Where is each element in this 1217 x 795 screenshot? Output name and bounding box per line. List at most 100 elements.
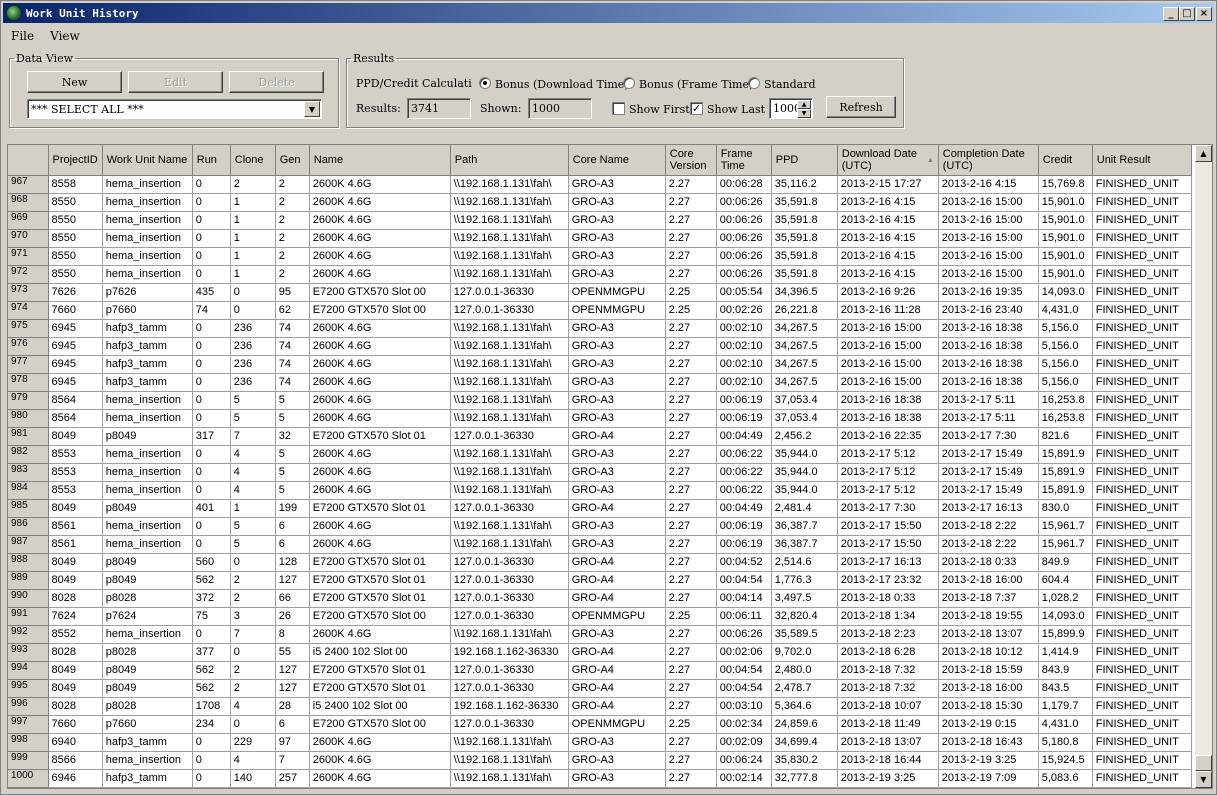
cell-download-date[interactable]: 2013-2-16 4:15	[837, 193, 939, 212]
cell-clone[interactable]: 229	[230, 733, 276, 752]
cell-core-version[interactable]: 2.27	[665, 769, 717, 788]
cell-gen[interactable]: 199	[275, 499, 310, 518]
cell-unit-result[interactable]: FINISHED_UNIT	[1092, 265, 1192, 284]
table-row[interactable]: 989 8049 p8049 562 2 127 E7200 GTX570 Slot 01 1…	[8, 571, 1192, 590]
cell-project-id[interactable]: 8566	[48, 751, 103, 770]
cell-gen[interactable]: 74	[275, 319, 310, 338]
cell-run[interactable]: 0	[192, 193, 231, 212]
cell-credit[interactable]: 15,901.0	[1038, 229, 1093, 248]
cell-frame-time[interactable]: 00:06:26	[716, 265, 772, 284]
cell-project-id[interactable]: 8049	[48, 661, 103, 680]
cell-ppd[interactable]: 3,497.5	[771, 589, 838, 608]
cell-unit-result[interactable]: FINISHED_UNIT	[1092, 337, 1192, 356]
col-header-core-name[interactable]: Core Name	[568, 145, 666, 176]
table-row[interactable]: 977 6945 hafp3_tamm 0 236 74 2600K 4.6G \\192.1…	[8, 355, 1192, 374]
col-header-core-version[interactable]: Core Version	[665, 145, 717, 176]
cell-core-name[interactable]: GRO-A3	[568, 247, 666, 266]
table-row[interactable]: 969 8550 hema_insertion 0 1 2 2600K 4.6G \\192.…	[8, 211, 1192, 230]
cell-ppd[interactable]: 34,267.5	[771, 319, 838, 338]
cell-work-unit-name[interactable]: hema_insertion	[102, 211, 193, 230]
cell-unit-result[interactable]: FINISHED_UNIT	[1092, 211, 1192, 230]
cell-work-unit-name[interactable]: hema_insertion	[102, 481, 193, 500]
cell-download-date[interactable]: 2013-2-18 16:44	[837, 751, 939, 770]
cell-frame-time[interactable]: 00:04:49	[716, 427, 772, 446]
table-row[interactable]: 978 6945 hafp3_tamm 0 236 74 2600K 4.6G \\192.1…	[8, 373, 1192, 392]
cell-slot-name[interactable]: 2600K 4.6G	[309, 247, 451, 266]
cell-gen[interactable]: 2	[275, 211, 310, 230]
cell-completion-date[interactable]: 2013-2-17 15:49	[938, 481, 1039, 500]
cell-gen[interactable]: 127	[275, 679, 310, 698]
table-row[interactable]: 996 8028 p8028 1708 4 28 i5 2400 102 Slot 00 19…	[8, 697, 1192, 716]
cell-run[interactable]: 0	[192, 391, 231, 410]
cell-core-name[interactable]: GRO-A3	[568, 463, 666, 482]
col-header-run[interactable]: Run	[192, 145, 231, 176]
cell-credit[interactable]: 15,891.9	[1038, 445, 1093, 464]
cell-project-id[interactable]: 8028	[48, 589, 103, 608]
cell-download-date[interactable]: 2013-2-18 11:49	[837, 715, 939, 734]
edit-button[interactable]: Edit	[128, 71, 223, 93]
cell-unit-result[interactable]: FINISHED_UNIT	[1092, 499, 1192, 518]
cell-download-date[interactable]: 2013-2-16 15:00	[837, 337, 939, 356]
row-header-row-number[interactable]: 978	[8, 373, 49, 392]
row-header-row-number[interactable]: 992	[8, 625, 49, 644]
cell-clone[interactable]: 4	[230, 481, 276, 500]
cell-path[interactable]: 127.0.0.1-36330	[450, 679, 569, 698]
cell-path[interactable]: 127.0.0.1-36330	[450, 499, 569, 518]
cell-run[interactable]: 562	[192, 571, 231, 590]
cell-work-unit-name[interactable]: p8049	[102, 427, 193, 446]
row-header-row-number[interactable]: 994	[8, 661, 49, 680]
cell-slot-name[interactable]: E7200 GTX570 Slot 01	[309, 571, 451, 590]
cell-slot-name[interactable]: 2600K 4.6G	[309, 391, 451, 410]
row-header-row-number[interactable]: 969	[8, 211, 49, 230]
cell-project-id[interactable]: 8558	[48, 175, 103, 194]
cell-ppd[interactable]: 24,859.6	[771, 715, 838, 734]
cell-work-unit-name[interactable]: p7660	[102, 301, 193, 320]
cell-completion-date[interactable]: 2013-2-17 16:13	[938, 499, 1039, 518]
cell-gen[interactable]: 2	[275, 175, 310, 194]
cell-work-unit-name[interactable]: p8028	[102, 697, 193, 716]
cell-unit-result[interactable]: FINISHED_UNIT	[1092, 535, 1192, 554]
cell-project-id[interactable]: 8550	[48, 247, 103, 266]
table-row[interactable]: 985 8049 p8049 401 1 199 E7200 GTX570 Slot 01 1…	[8, 499, 1192, 518]
cell-download-date[interactable]: 2013-2-16 15:00	[837, 355, 939, 374]
cell-frame-time[interactable]: 00:02:10	[716, 355, 772, 374]
bonus-download-radio[interactable]	[479, 77, 491, 89]
scroll-down-icon[interactable]: ▼	[1195, 771, 1212, 788]
cell-clone[interactable]: 2	[230, 571, 276, 590]
cell-completion-date[interactable]: 2013-2-17 15:49	[938, 463, 1039, 482]
col-header-projectid[interactable]: ProjectID	[48, 145, 103, 176]
cell-credit[interactable]: 14,093.0	[1038, 607, 1093, 626]
cell-path[interactable]: 127.0.0.1-36330	[450, 589, 569, 608]
cell-unit-result[interactable]: FINISHED_UNIT	[1092, 715, 1192, 734]
cell-frame-time[interactable]: 00:06:28	[716, 175, 772, 194]
cell-slot-name[interactable]: 2600K 4.6G	[309, 265, 451, 284]
cell-core-version[interactable]: 2.27	[665, 517, 717, 536]
cell-work-unit-name[interactable]: hema_insertion	[102, 247, 193, 266]
cell-slot-name[interactable]: E7200 GTX570 Slot 01	[309, 661, 451, 680]
cell-slot-name[interactable]: 2600K 4.6G	[309, 373, 451, 392]
cell-project-id[interactable]: 8550	[48, 229, 103, 248]
cell-credit[interactable]: 5,180.8	[1038, 733, 1093, 752]
cell-slot-name[interactable]: i5 2400 102 Slot 00	[309, 697, 451, 716]
cell-ppd[interactable]: 2,481.4	[771, 499, 838, 518]
cell-clone[interactable]: 0	[230, 301, 276, 320]
cell-download-date[interactable]: 2013-2-17 7:30	[837, 499, 939, 518]
spinner-up-icon[interactable]: ▲	[797, 100, 811, 109]
cell-core-name[interactable]: OPENMMGPU	[568, 715, 666, 734]
cell-clone[interactable]: 236	[230, 373, 276, 392]
cell-download-date[interactable]: 2013-2-16 9:26	[837, 283, 939, 302]
cell-slot-name[interactable]: E7200 GTX570 Slot 01	[309, 589, 451, 608]
cell-download-date[interactable]: 2013-2-17 15:50	[837, 535, 939, 554]
cell-frame-time[interactable]: 00:04:54	[716, 661, 772, 680]
cell-clone[interactable]: 1	[230, 265, 276, 284]
cell-core-version[interactable]: 2.27	[665, 499, 717, 518]
cell-path[interactable]: \\192.168.1.131\fah\	[450, 535, 569, 554]
table-row[interactable]: 987 8561 hema_insertion 0 5 6 2600K 4.6G \\192.…	[8, 535, 1192, 554]
show-last-checkbox[interactable]: ✓	[690, 102, 703, 115]
cell-work-unit-name[interactable]: hema_insertion	[102, 517, 193, 536]
cell-frame-time[interactable]: 00:06:19	[716, 409, 772, 428]
table-row[interactable]: 1000 6946 hafp3_tamm 0 140 257 2600K 4.6G \\192…	[8, 769, 1192, 788]
cell-core-name[interactable]: GRO-A3	[568, 625, 666, 644]
cell-credit[interactable]: 5,156.0	[1038, 337, 1093, 356]
cell-ppd[interactable]: 36,387.7	[771, 517, 838, 536]
